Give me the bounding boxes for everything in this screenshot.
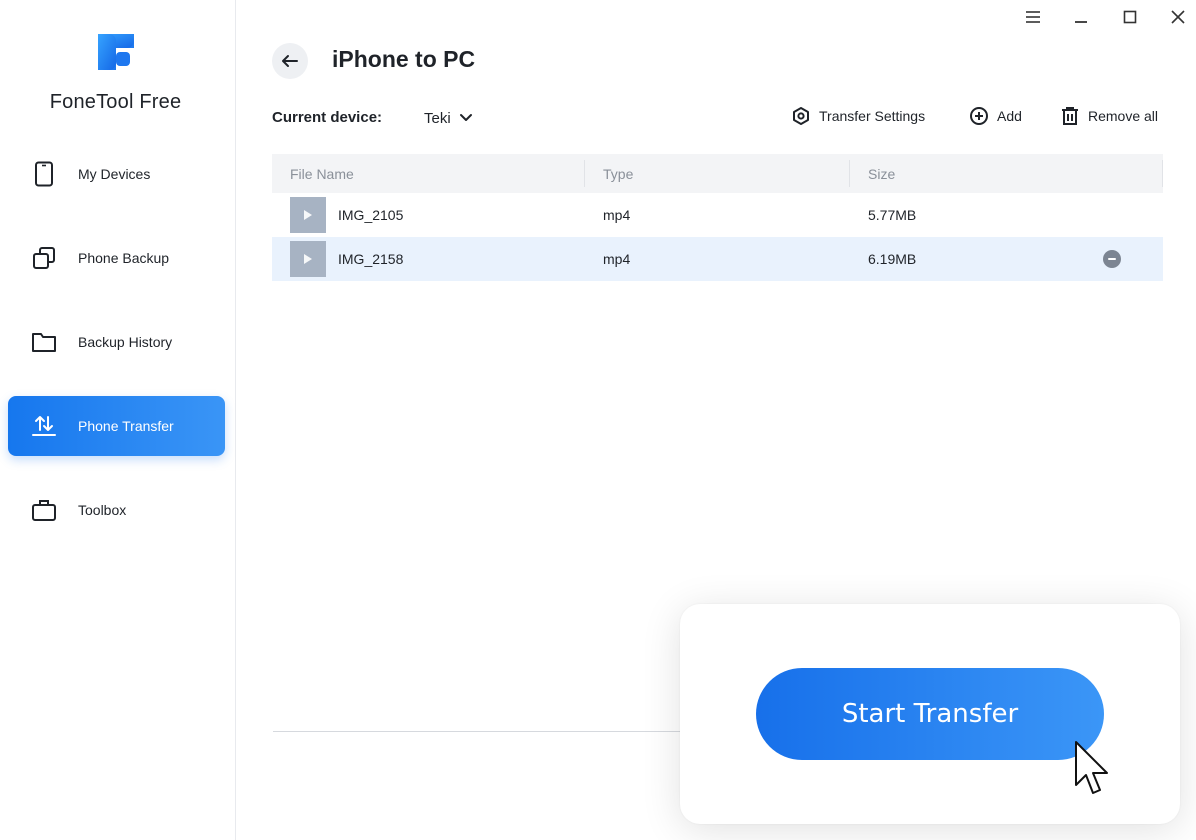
sidebar-item-label: Phone Transfer xyxy=(78,418,174,434)
remove-all-label: Remove all xyxy=(1088,108,1159,124)
column-header-file-name[interactable]: File Name xyxy=(290,154,354,193)
column-header-type[interactable]: Type xyxy=(603,154,633,193)
close-button[interactable] xyxy=(1165,6,1191,28)
file-name: IMG_2158 xyxy=(338,251,404,267)
transfer-icon xyxy=(30,412,58,440)
arrow-left-icon xyxy=(282,55,298,67)
sidebar-item-toolbox[interactable]: Toolbox xyxy=(8,480,225,540)
play-icon xyxy=(304,254,312,264)
device-name: Teki xyxy=(424,109,451,127)
video-thumbnail xyxy=(290,197,326,233)
file-size: 6.19MB xyxy=(868,251,917,267)
transfer-settings-label: Transfer Settings xyxy=(819,108,926,124)
sidebar-item-my-devices[interactable]: My Devices xyxy=(8,144,225,204)
close-icon xyxy=(1171,10,1185,24)
add-button[interactable]: Add xyxy=(969,104,1022,128)
file-type: mp4 xyxy=(603,207,631,223)
maximize-icon xyxy=(1123,10,1137,24)
column-divider xyxy=(849,160,850,187)
plus-circle-icon xyxy=(970,107,988,125)
chevron-down-icon xyxy=(459,114,472,121)
table-header: File Name Type Size xyxy=(272,154,1163,193)
column-divider xyxy=(584,160,585,187)
copy-icon xyxy=(30,244,58,272)
device-selector[interactable]: Teki xyxy=(424,106,473,130)
column-header-size[interactable]: Size xyxy=(868,154,895,193)
mouse-pointer-icon xyxy=(1075,741,1108,794)
sidebar-item-label: Phone Backup xyxy=(78,250,170,266)
maximize-button[interactable] xyxy=(1117,6,1143,28)
settings-icon xyxy=(793,107,809,125)
remove-row-icon[interactable] xyxy=(1103,250,1121,268)
sidebar-item-backup-history[interactable]: Backup History xyxy=(8,312,225,372)
table-row[interactable]: IMG_2158 mp4 6.19MB xyxy=(272,237,1163,281)
folder-icon xyxy=(30,328,58,356)
phone-icon xyxy=(30,160,58,188)
sidebar-item-phone-transfer[interactable]: Phone Transfer xyxy=(8,396,225,456)
app-window: FoneTool Free My Devices Phone Backup Ba… xyxy=(0,0,1196,840)
sidebar: FoneTool Free My Devices Phone Backup Ba… xyxy=(0,0,236,840)
sidebar-item-label: My Devices xyxy=(78,166,151,182)
add-label: Add xyxy=(997,108,1022,124)
file-size: 5.77MB xyxy=(868,207,917,223)
back-button[interactable] xyxy=(272,43,308,79)
remove-all-button[interactable]: Remove all xyxy=(1060,104,1158,128)
table-row[interactable]: IMG_2105 mp4 5.77MB xyxy=(272,193,1163,237)
play-icon xyxy=(304,210,312,220)
file-table: File Name Type Size IMG_2105 mp4 5.77MB … xyxy=(272,154,1163,281)
sidebar-item-label: Backup History xyxy=(78,334,173,350)
sidebar-item-label: Toolbox xyxy=(78,502,127,518)
current-device-label: Current device: xyxy=(272,109,383,126)
fonetool-logo-icon xyxy=(98,34,134,70)
video-thumbnail xyxy=(290,241,326,277)
sidebar-item-phone-backup[interactable]: Phone Backup xyxy=(8,228,225,288)
transfer-settings-button[interactable]: Transfer Settings xyxy=(791,104,925,128)
menu-button[interactable] xyxy=(1020,6,1046,28)
menu-icon xyxy=(1026,11,1040,23)
briefcase-icon xyxy=(30,496,58,524)
start-transfer-button[interactable]: Start Transfer xyxy=(756,668,1104,760)
footer-divider xyxy=(273,731,693,732)
minimize-icon xyxy=(1075,21,1087,23)
file-name: IMG_2105 xyxy=(338,207,404,223)
page-title: iPhone to PC xyxy=(332,46,476,72)
column-divider xyxy=(1162,160,1163,187)
app-name: FoneTool Free xyxy=(49,91,182,113)
minimize-button[interactable] xyxy=(1068,6,1094,28)
file-type: mp4 xyxy=(603,251,631,267)
trash-icon xyxy=(1062,107,1078,125)
